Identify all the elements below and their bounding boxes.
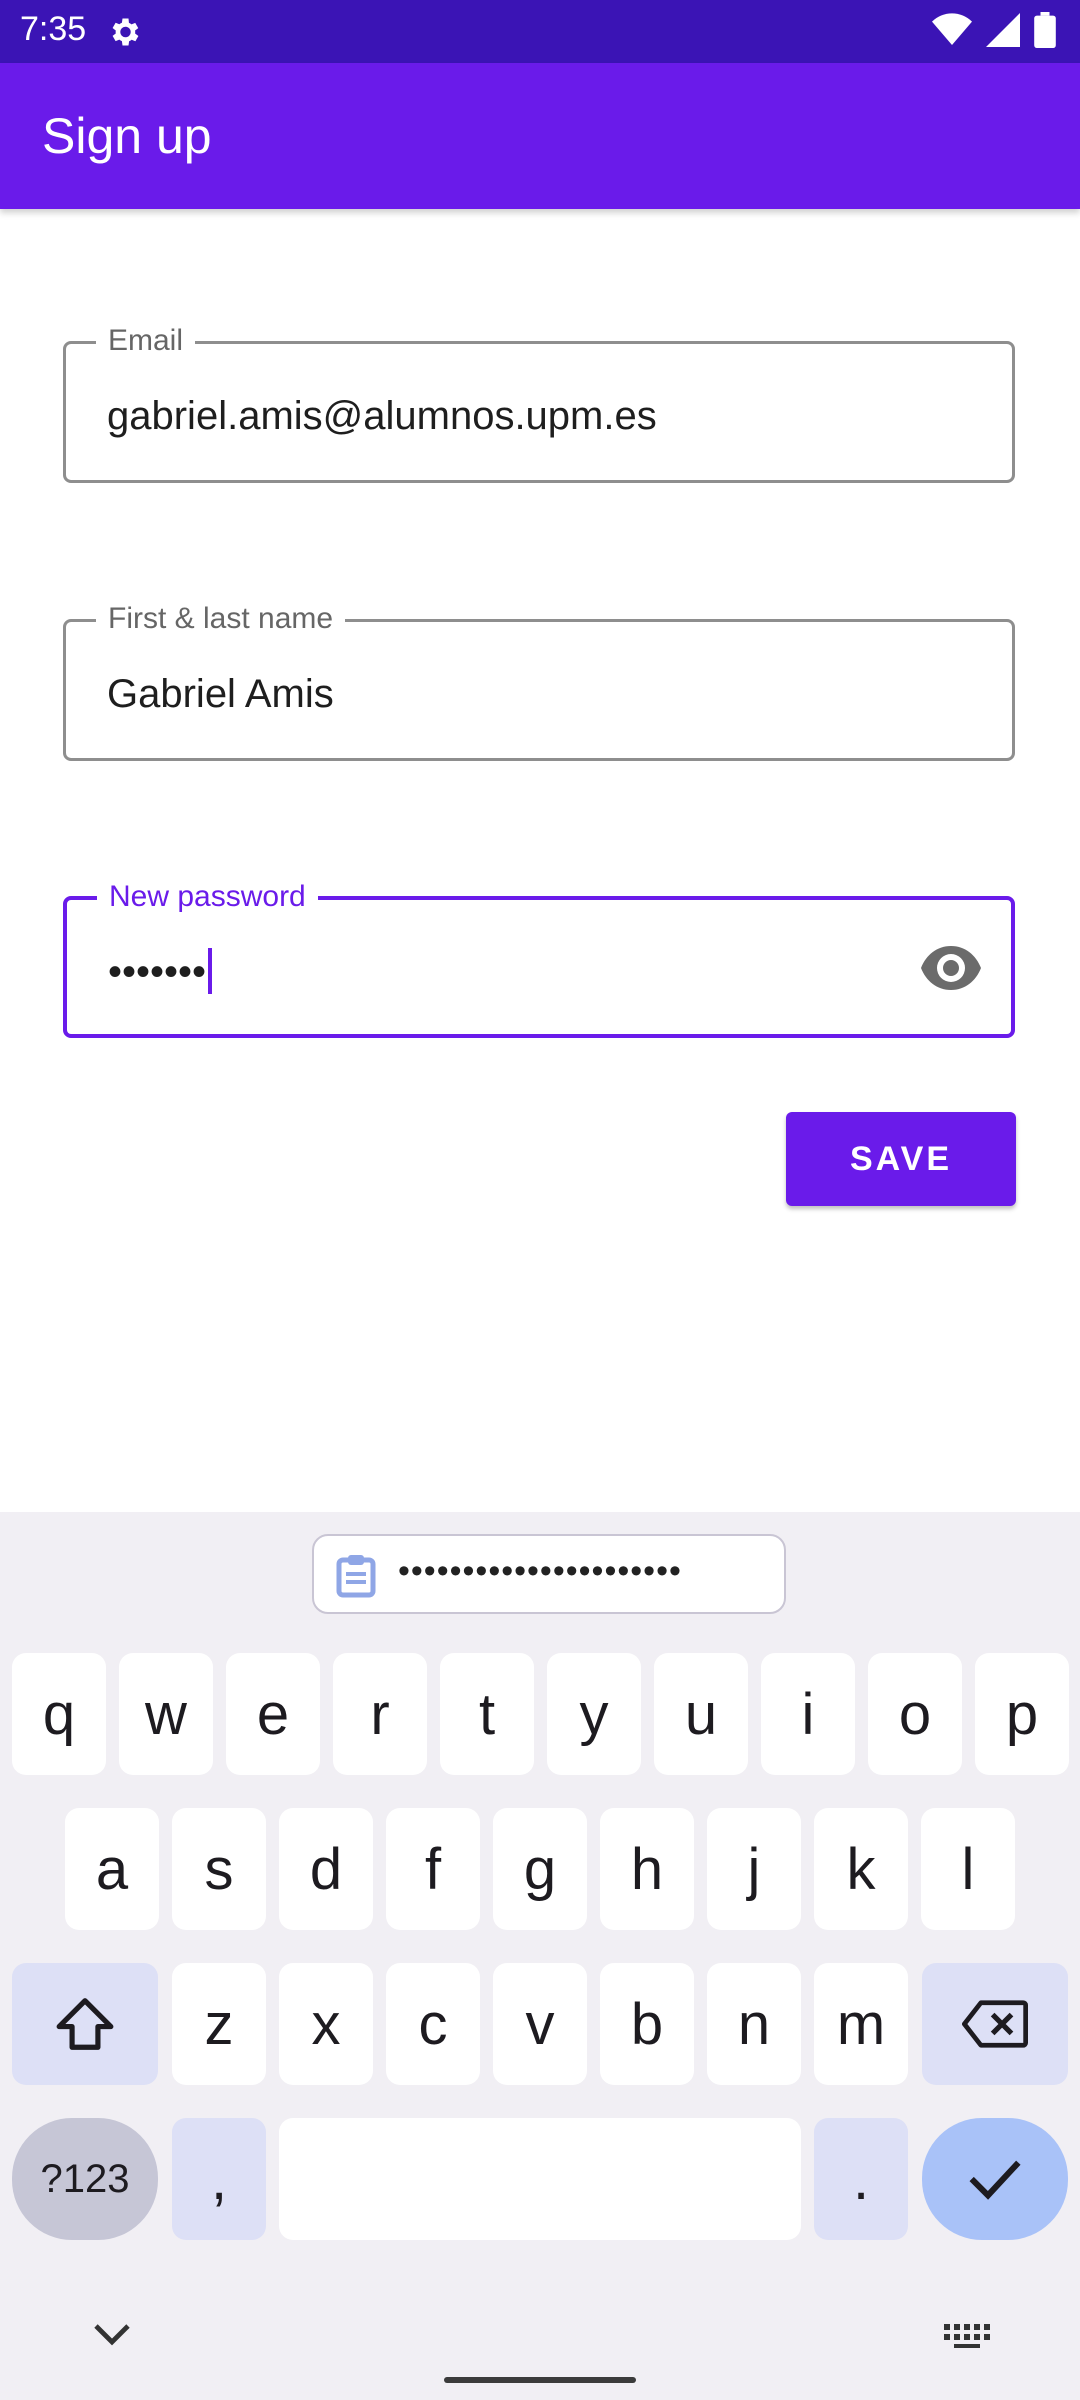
wifi-icon (932, 13, 972, 45)
checkmark-icon (969, 2160, 1021, 2200)
email-field-value: gabriel.amis@alumnos.upm.es (107, 394, 657, 438)
key-p[interactable]: p (975, 1653, 1069, 1775)
key-r[interactable]: r (333, 1653, 427, 1775)
key-n[interactable]: n (707, 1963, 801, 2085)
backspace-icon (962, 2000, 1028, 2048)
key-b[interactable]: b (600, 1963, 694, 2085)
key-t[interactable]: t (440, 1653, 534, 1775)
password-field-value: ••••••• (108, 948, 213, 997)
comma-key[interactable]: , (172, 2118, 266, 2240)
key-u[interactable]: u (654, 1653, 748, 1775)
password-field-label: New password (97, 880, 318, 914)
name-field[interactable]: First & last name Gabriel Amis (63, 602, 1015, 761)
symbols-key[interactable]: ?123 (12, 2118, 158, 2240)
page-title: Sign up (42, 108, 212, 164)
password-field[interactable]: New password ••••••• (63, 880, 1015, 1038)
key-x[interactable]: x (279, 1963, 373, 2085)
key-o[interactable]: o (868, 1653, 962, 1775)
cell-signal-icon (986, 13, 1020, 47)
soft-keyboard: •••••••••••••••••••••• q w e r t y u i o… (0, 1512, 1080, 2400)
key-c[interactable]: c (386, 1963, 480, 2085)
key-w[interactable]: w (119, 1653, 213, 1775)
gesture-nav-handle[interactable] (444, 2377, 636, 2383)
spacebar[interactable] (279, 2118, 801, 2240)
key-q[interactable]: q (12, 1653, 106, 1775)
key-s[interactable]: s (172, 1808, 266, 1930)
clipboard-suggestion-chip[interactable]: •••••••••••••••••••••• (312, 1534, 786, 1614)
keyboard-switcher-icon[interactable] (944, 2324, 992, 2348)
eye-icon[interactable] (921, 946, 981, 990)
key-l[interactable]: l (921, 1808, 1015, 1930)
key-y[interactable]: y (547, 1653, 641, 1775)
password-dots: ••••••• (108, 950, 207, 994)
key-z[interactable]: z (172, 1963, 266, 2085)
key-f[interactable]: f (386, 1808, 480, 1930)
settings-gear-icon (112, 18, 139, 46)
key-a[interactable]: a (65, 1808, 159, 1930)
key-h[interactable]: h (600, 1808, 694, 1930)
backspace-key[interactable] (922, 1963, 1068, 2085)
name-field-value: Gabriel Amis (107, 672, 334, 716)
key-k[interactable]: k (814, 1808, 908, 1930)
email-field[interactable]: Email gabriel.amis@alumnos.upm.es (63, 324, 1015, 483)
hide-keyboard-chevron-icon[interactable] (92, 2322, 132, 2346)
save-button[interactable]: SAVE (786, 1112, 1016, 1206)
app-bar: Sign up (0, 63, 1080, 209)
name-field-label: First & last name (96, 602, 346, 636)
status-bar: 7:35 (0, 0, 1080, 63)
period-key[interactable]: . (814, 2118, 908, 2240)
clipboard-suggestion-text: •••••••••••••••••••••• (398, 1552, 682, 1590)
key-i[interactable]: i (761, 1653, 855, 1775)
key-g[interactable]: g (493, 1808, 587, 1930)
done-key[interactable] (922, 2118, 1068, 2240)
shift-key[interactable] (12, 1963, 158, 2085)
key-d[interactable]: d (279, 1808, 373, 1930)
key-j[interactable]: j (707, 1808, 801, 1930)
battery-icon (1034, 12, 1056, 48)
status-time: 7:35 (20, 10, 87, 48)
text-cursor (208, 948, 213, 995)
clipboard-icon (336, 1555, 376, 1598)
email-field-label: Email (96, 324, 196, 358)
key-v[interactable]: v (493, 1963, 587, 2085)
key-e[interactable]: e (226, 1653, 320, 1775)
key-m[interactable]: m (814, 1963, 908, 2085)
shift-icon (56, 1998, 114, 2050)
